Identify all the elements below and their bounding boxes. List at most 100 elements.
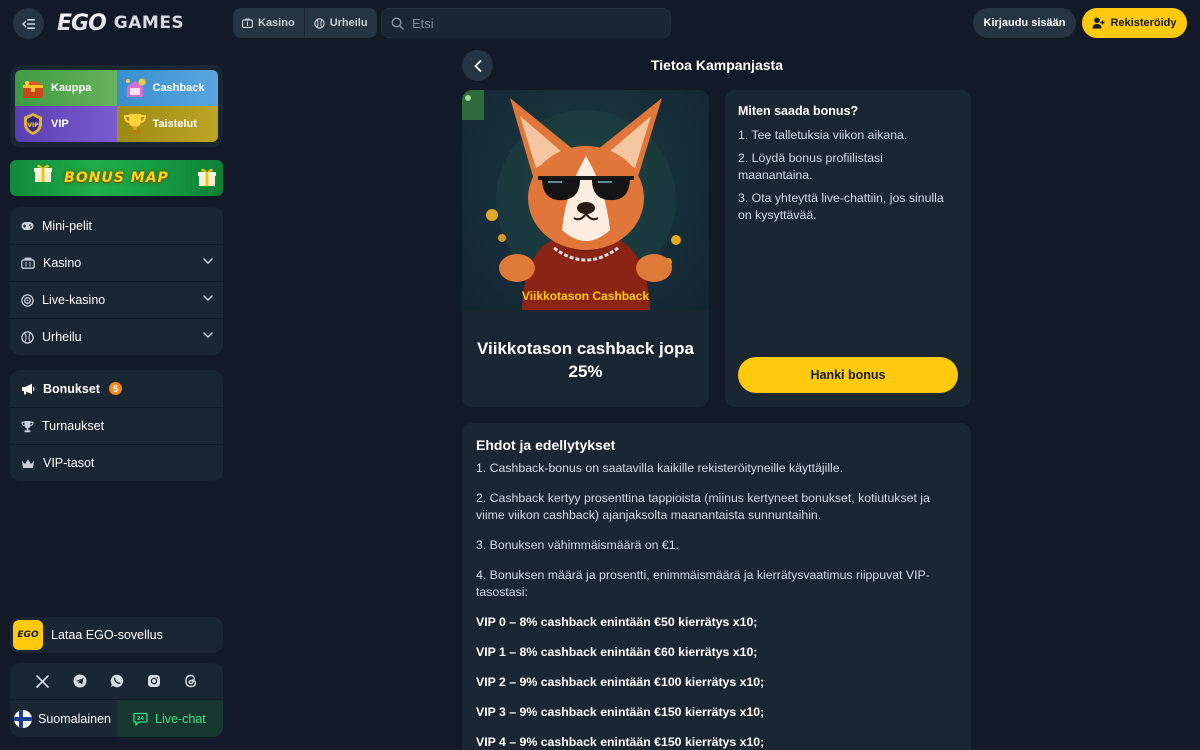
sidebar-item-label: Kasino	[43, 256, 82, 270]
top-nav-tabs: Kasino Urheilu	[233, 8, 377, 38]
x-icon[interactable]	[35, 673, 51, 689]
terms-and-conditions: Ehdot ja edellytykset 1. Cashback-bonus …	[462, 423, 971, 750]
sidebar-item-bonuses[interactable]: Bonukset 5	[10, 370, 223, 407]
promo-shop[interactable]: Kauppa	[15, 70, 117, 106]
tab-casino[interactable]: Kasino	[233, 8, 304, 38]
sidebar-item-sports[interactable]: Urheilu	[10, 318, 223, 355]
sidebar-item-tournaments[interactable]: Turnaukset	[10, 407, 223, 444]
gamepad-icon	[21, 221, 34, 230]
register-label: Rekisteröidy	[1110, 17, 1177, 29]
download-app-label: Lataa EGO-sovellus	[51, 628, 163, 642]
sidebar-games-nav: Mini-pelit Kasino Live-kasino Urheilu	[10, 207, 223, 355]
brand-logo[interactable]: EGO GAMES	[57, 10, 185, 36]
download-app-button[interactable]: EGO Lataa EGO-sovellus	[10, 617, 223, 653]
how-to-step: 3. Ota yhteyttä live-chattiin, jos sinul…	[738, 191, 944, 222]
vip-term-item: VIP 3 – 9% cashback enintään €150 kierrä…	[476, 705, 765, 719]
sidebar-item-label: Urheilu	[42, 330, 82, 344]
notification-badge: 5	[108, 382, 122, 395]
whatsapp-icon[interactable]	[109, 673, 125, 689]
menu-toggle-button[interactable]	[13, 8, 44, 39]
bonus-map-label: BONUS MAP	[64, 170, 169, 186]
page-title: Tietoa Kampanjasta	[650, 57, 783, 73]
sidebar-item-label: Turnaukset	[42, 419, 105, 433]
term-item: 2. Cashback kertyy prosenttina tappioist…	[476, 491, 930, 522]
trophy-icon	[21, 420, 34, 432]
sidebar-item-mini-games[interactable]: Mini-pelit	[10, 207, 223, 244]
sports-icon	[313, 17, 325, 29]
gift-icon	[34, 164, 52, 182]
casino-icon	[242, 18, 253, 28]
logo-games-text: GAMES	[113, 13, 185, 33]
search-bar[interactable]	[381, 8, 671, 38]
promo-vip[interactable]: VIP VIP	[15, 106, 117, 142]
instagram-icon[interactable]	[146, 673, 162, 689]
how-to-step: 1. Tee talletuksia viikon aikana.	[738, 128, 908, 142]
sidebar-item-vip-levels[interactable]: VIP-tasot	[10, 444, 223, 481]
cashback-icon	[123, 76, 147, 100]
term-item: 3. Bonuksen vähimmäismäärä on €1.	[476, 538, 680, 552]
promo-headline: Viikkotason cashback jopa 25%	[477, 339, 694, 381]
promo-shop-label: Kauppa	[51, 82, 92, 94]
live-casino-icon	[21, 293, 34, 307]
register-button[interactable]: Rekisteröidy	[1082, 8, 1187, 38]
sidebar-item-casino[interactable]: Kasino	[10, 244, 223, 281]
promotion-card: Viikkotason Cashback Viikkotason cashbac…	[462, 90, 709, 407]
promo-tag: Viikkotason Cashback	[521, 289, 650, 303]
promo-battles-label: Taistelut	[152, 118, 197, 130]
trophy-icon	[123, 112, 147, 136]
svg-text:24: 24	[137, 716, 144, 722]
sidebar-promo-grid: Kauppa Cashback VIP VIP Taistelut	[10, 65, 223, 147]
app-logo: EGO	[13, 620, 43, 650]
corgi-mascot-illustration	[462, 90, 709, 310]
login-button[interactable]: Kirjaudu sisään	[973, 8, 1076, 38]
sidebar-extras-nav: Bonukset 5 Turnaukset VIP-tasot	[10, 370, 223, 481]
threads-icon[interactable]	[183, 673, 199, 689]
search-input[interactable]	[412, 15, 652, 31]
sidebar-item-label: Mini-pelit	[42, 218, 93, 233]
finland-flag-icon	[14, 709, 32, 728]
telegram-icon[interactable]	[72, 673, 88, 689]
how-to-step: 2. Löydä bonus profiilistasi maanantaina…	[738, 151, 883, 182]
live-chat-label: Live-chat	[155, 711, 206, 726]
chevron-down-icon	[203, 295, 213, 301]
vip-term-item: VIP 4 – 9% cashback enintään €150 kierrä…	[476, 735, 765, 749]
treasure-chest-icon	[21, 76, 45, 100]
sports-icon	[21, 330, 34, 344]
search-icon	[391, 16, 404, 30]
crown-icon	[22, 458, 34, 468]
chat-24-icon: 24	[133, 712, 148, 726]
sidebar-item-label: Bonukset	[43, 381, 100, 396]
term-item: 1. Cashback-bonus on saatavilla kaikille…	[476, 461, 844, 475]
vip-term-item: VIP 1 – 8% cashback enintään €60 kierrät…	[476, 645, 758, 659]
claim-bonus-button[interactable]: Hanki bonus	[738, 357, 958, 393]
chevron-down-icon	[203, 332, 213, 338]
svg-text:VIP: VIP	[27, 122, 39, 129]
live-chat-button[interactable]: 24 Live-chat	[117, 700, 223, 737]
tab-sports[interactable]: Urheilu	[303, 8, 377, 38]
vip-term-item: VIP 2 – 9% cashback enintään €100 kierrä…	[476, 675, 765, 689]
footer-actions: Suomalainen 24 Live-chat	[10, 699, 223, 737]
promo-cashback-label: Cashback	[152, 82, 205, 94]
language-label: Suomalainen	[38, 711, 111, 726]
gift-icon	[198, 168, 216, 186]
tab-casino-label: Kasino	[258, 17, 295, 29]
megaphone-icon	[22, 383, 35, 394]
promo-vip-label: VIP	[51, 118, 69, 130]
menu-collapse-icon	[21, 18, 35, 29]
language-selector[interactable]: Suomalainen	[10, 700, 117, 737]
vip-term-item: VIP 0 – 8% cashback enintään €50 kierrät…	[476, 615, 758, 629]
sidebar-footer: Suomalainen 24 Live-chat	[10, 663, 223, 737]
promo-cashback[interactable]: Cashback	[116, 70, 218, 106]
sidebar-item-label: VIP-tasot	[43, 456, 95, 470]
vip-shield-icon: VIP	[21, 112, 45, 136]
how-to-get-bonus-card: Miten saada bonus? 1. Tee talletuksia vi…	[725, 90, 971, 407]
logo-ego-text: EGO	[57, 10, 107, 36]
terms-title: Ehdot ja edellytykset	[476, 437, 616, 453]
tab-sports-label: Urheilu	[329, 17, 368, 29]
bonus-map-banner[interactable]: BONUS MAP	[10, 160, 223, 196]
how-to-title: Miten saada bonus?	[738, 104, 859, 118]
add-user-icon	[1092, 17, 1105, 29]
promo-battles[interactable]: Taistelut	[116, 106, 218, 142]
chevron-down-icon	[203, 258, 213, 264]
sidebar-item-live-casino[interactable]: Live-kasino	[10, 281, 223, 318]
